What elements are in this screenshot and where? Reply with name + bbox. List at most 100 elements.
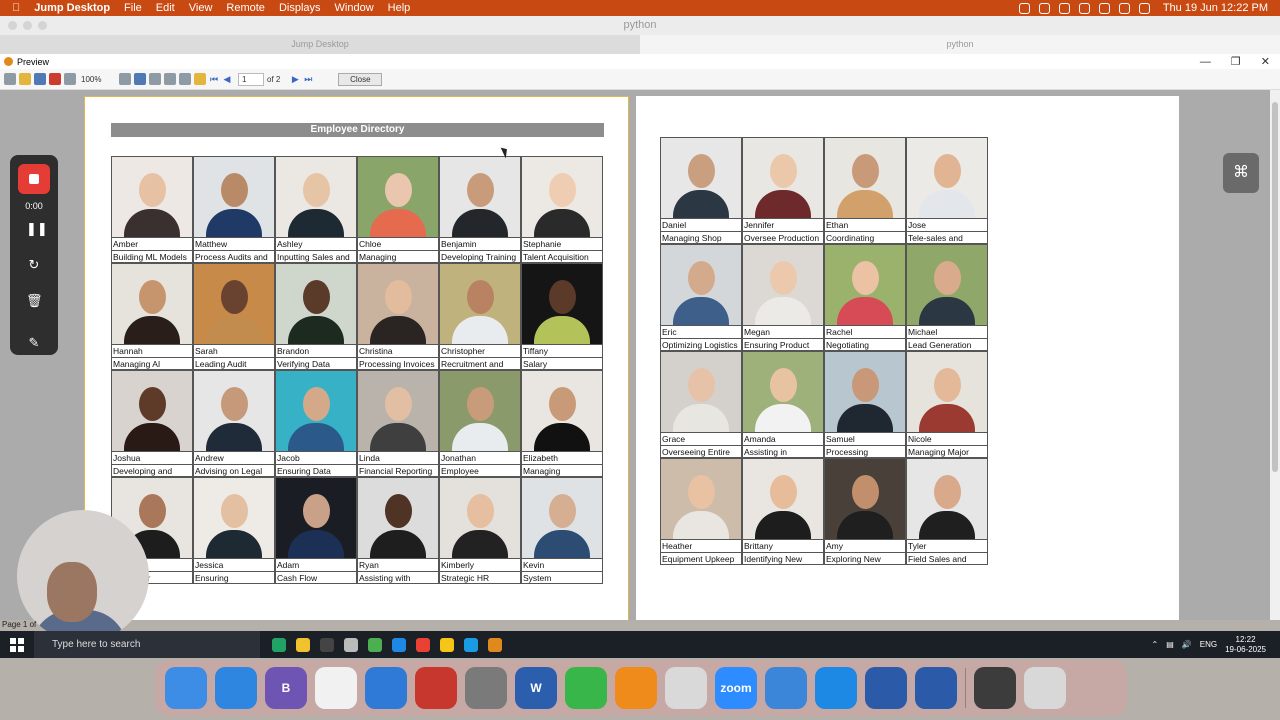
app-icon[interactable] (440, 637, 454, 652)
control-center-icon[interactable] (1138, 2, 1150, 14)
employee-name: Elizabeth (522, 451, 602, 464)
open-folder-icon[interactable] (19, 73, 31, 85)
employee-card: Linda Financial Reporting (357, 370, 439, 477)
multi-page-icon[interactable] (179, 73, 191, 85)
menu-displays[interactable]: Displays (279, 2, 321, 14)
menu-file[interactable]: File (124, 2, 142, 14)
pdf-icon[interactable] (49, 73, 61, 85)
employee-name: Andrew (194, 451, 274, 464)
menu-help[interactable]: Help (388, 2, 411, 14)
network-icon[interactable]: ▤ (1166, 640, 1174, 649)
edge-icon[interactable] (464, 637, 478, 652)
status-icon[interactable] (1038, 2, 1050, 14)
dock-app-icon[interactable] (565, 667, 607, 709)
dock-app-icon[interactable]: zoom (715, 667, 757, 709)
app-icon[interactable] (344, 637, 358, 652)
preview-app-icon[interactable] (488, 637, 502, 652)
terminal-icon[interactable] (320, 637, 334, 652)
fit-page-icon[interactable] (134, 73, 146, 85)
dock-app-icon[interactable] (615, 667, 657, 709)
zoom-select[interactable]: 100% (81, 73, 113, 86)
taskbar-search-input[interactable]: Type here to search (34, 631, 260, 658)
trash-icon[interactable]: 🗑 (26, 293, 43, 309)
next-page-icon[interactable]: ▶ (290, 73, 300, 85)
taskbar-clock[interactable]: 12:22 19-06-2025 (1225, 635, 1266, 655)
apple-icon[interactable]:  (12, 2, 20, 14)
minimize-icon[interactable]: — (1200, 56, 1211, 68)
dock-app-icon[interactable]: B (265, 667, 307, 709)
employee-card: Kevin System (521, 477, 603, 584)
employee-name: Jacob (276, 451, 356, 464)
scrollbar-thumb[interactable] (1272, 102, 1278, 472)
employee-role: Talent Acquisition (522, 250, 602, 263)
menu-view[interactable]: View (189, 2, 213, 14)
tab-jump-desktop[interactable]: Jump Desktop (0, 35, 640, 54)
app-menu[interactable]: Jump Desktop (34, 2, 110, 14)
save-icon[interactable] (34, 73, 46, 85)
dock-app-icon[interactable]: W (515, 667, 557, 709)
language-indicator[interactable]: ENG (1200, 640, 1217, 649)
dock-app-icon[interactable] (1024, 667, 1066, 709)
tab-python[interactable]: python (640, 35, 1280, 54)
zoom-in-icon[interactable] (64, 73, 76, 85)
employee-name: Hannah (112, 344, 192, 357)
employee-name: Rachel (825, 325, 905, 338)
employee-role: Verifying Data (276, 357, 356, 370)
stop-recording-button[interactable] (18, 164, 50, 194)
app-icon[interactable] (392, 637, 406, 652)
last-page-icon[interactable]: ⏭ (303, 73, 313, 85)
status-icon[interactable] (1098, 2, 1110, 14)
close-button[interactable]: Close (338, 72, 383, 86)
print-icon[interactable] (4, 73, 16, 85)
dock-app-icon[interactable] (974, 667, 1016, 709)
menubar-clock[interactable]: Thu 19 Jun 12:22 PM (1163, 2, 1268, 14)
dock-app-icon[interactable] (365, 667, 407, 709)
restart-icon[interactable]: ↻ (26, 257, 42, 273)
app-icon[interactable] (368, 637, 382, 652)
close-icon[interactable]: ✕ (1261, 55, 1270, 68)
employee-role: Tele-sales and (907, 231, 987, 244)
dock-app-icon[interactable] (415, 667, 457, 709)
document-page-2: Daniel Managing Shop Jennifer Oversee Produ… (636, 96, 1179, 620)
dock-app-icon[interactable] (915, 667, 957, 709)
page-number-input[interactable]: 1 (238, 72, 264, 86)
windows-start-icon[interactable] (10, 637, 24, 652)
employee-card: Jonathan Employee (439, 370, 521, 477)
first-page-icon[interactable]: ⏮ (209, 73, 219, 85)
chevron-up-icon[interactable]: ⌃ (1152, 640, 1159, 649)
dock-app-icon[interactable] (215, 667, 257, 709)
wifi-icon[interactable] (1118, 2, 1130, 14)
status-icon[interactable] (1058, 2, 1070, 14)
minimize-window-button[interactable] (23, 21, 32, 30)
dock-app-icon[interactable] (815, 667, 857, 709)
dock-app-icon[interactable] (315, 667, 357, 709)
status-icon[interactable] (1018, 2, 1030, 14)
status-icon[interactable] (1078, 2, 1090, 14)
prev-page-icon[interactable]: ◀ (222, 73, 232, 85)
dock-app-icon[interactable] (665, 667, 707, 709)
menu-remote[interactable]: Remote (226, 2, 265, 14)
vertical-scrollbar[interactable] (1270, 90, 1280, 620)
dock-app-icon[interactable] (765, 667, 807, 709)
edit-icon[interactable]: ✎ (26, 335, 42, 351)
zoom-window-button[interactable] (38, 21, 47, 30)
chrome-icon[interactable] (416, 637, 430, 652)
two-page-icon[interactable] (164, 73, 176, 85)
employee-name: Ashley (276, 237, 356, 250)
dock-app-icon[interactable] (165, 667, 207, 709)
volume-icon[interactable]: 🔊 (1182, 640, 1192, 649)
pause-icon[interactable]: ❚❚ (26, 221, 48, 237)
close-window-button[interactable] (8, 21, 17, 30)
app-launcher-icon[interactable]: ⌘ (1223, 153, 1259, 193)
restore-icon[interactable]: ❐ (1231, 55, 1241, 68)
file-explorer-icon[interactable] (296, 637, 310, 652)
single-page-icon[interactable] (149, 73, 161, 85)
menu-window[interactable]: Window (335, 2, 374, 14)
settings-icon[interactable] (194, 73, 206, 85)
menu-edit[interactable]: Edit (156, 2, 175, 14)
dock-app-icon[interactable] (465, 667, 507, 709)
webcam-bubble[interactable] (17, 510, 149, 642)
zoom-out-icon[interactable] (119, 73, 131, 85)
dock-app-icon[interactable] (865, 667, 907, 709)
excel-icon[interactable] (272, 637, 286, 652)
